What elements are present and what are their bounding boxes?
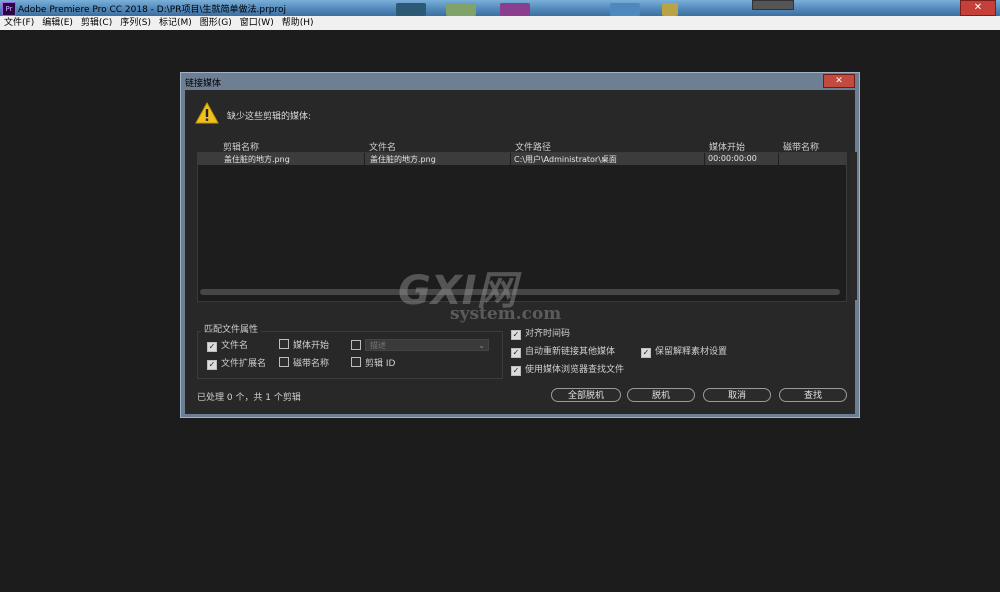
- dialog-close-button[interactable]: ✕: [823, 74, 855, 88]
- column-divider: [704, 153, 705, 165]
- menu-graphics[interactable]: 图形(G): [196, 16, 236, 30]
- checkbox-clip-id[interactable]: 剪辑 ID: [351, 356, 395, 369]
- checkbox-file-extension[interactable]: ✓ 文件扩展名: [207, 356, 266, 370]
- match-properties-label: 匹配文件属性: [201, 322, 262, 335]
- checkbox-checked-icon: ✓: [511, 330, 521, 340]
- column-divider: [510, 153, 511, 165]
- checkbox-label: 媒体开始: [293, 341, 330, 351]
- cell-media-start: 00:00:00:00: [708, 154, 757, 163]
- premiere-app-icon: Pr: [2, 2, 16, 16]
- taskbar-thumb-icon: [610, 3, 640, 16]
- menu-sequence[interactable]: 序列(S): [116, 16, 155, 30]
- checkbox-preserve-interpret[interactable]: ✓ 保留解释素材设置: [641, 344, 727, 358]
- status-text: 已处理 0 个，共 1 个剪辑: [197, 393, 301, 403]
- checkbox-label: 自动重新链接其他媒体: [525, 347, 616, 357]
- checkbox-description[interactable]: [351, 340, 365, 352]
- table-body: 盖住脏的地方.png 盖住脏的地方.png C:\用户\Administrato…: [197, 152, 847, 302]
- menu-marker[interactable]: 标记(M): [155, 16, 196, 30]
- taskbar-thumb-icon: [500, 3, 530, 16]
- dialog-title: 链接媒体: [185, 79, 222, 89]
- missing-media-message: 缺少这些剪辑的媒体:: [227, 112, 312, 122]
- offline-button[interactable]: 脱机: [627, 388, 695, 402]
- background-taskbar-icons: [390, 0, 740, 16]
- checkbox-checked-icon: ✓: [207, 360, 217, 370]
- menu-file[interactable]: 文件(F): [0, 16, 38, 30]
- dialog-body: 缺少这些剪辑的媒体: 剪辑名称 文件名 文件路径 媒体开始 磁带名称 盖住脏的地…: [185, 90, 857, 414]
- checkbox-checked-icon: ✓: [641, 348, 651, 358]
- taskbar-thumb-icon: [396, 3, 426, 16]
- column-divider: [778, 153, 779, 165]
- checkbox-unchecked-icon: [351, 357, 361, 367]
- checkbox-label: 文件扩展名: [221, 359, 267, 369]
- checkbox-label: 剪辑 ID: [365, 359, 396, 369]
- column-divider: [364, 153, 365, 165]
- cell-file-path: C:\用户\Administrator\桌面: [514, 155, 617, 164]
- checkbox-tape-name[interactable]: 磁带名称: [279, 356, 329, 369]
- chevron-down-icon: ⌄: [478, 341, 485, 350]
- window-titlebar: Pr Adobe Premiere Pro CC 2018 - D:\PR项目\…: [0, 0, 1000, 16]
- cancel-button[interactable]: 取消: [703, 388, 771, 402]
- menu-bar: 文件(F) 编辑(E) 剪辑(C) 序列(S) 标记(M) 图形(G) 窗口(W) 帮助(H): [0, 16, 1000, 30]
- checkbox-checked-icon: ✓: [511, 348, 521, 358]
- checkbox-unchecked-icon: [351, 340, 361, 350]
- description-dropdown[interactable]: 描述 ⌄: [365, 339, 489, 351]
- table-row[interactable]: 盖住脏的地方.png 盖住脏的地方.png C:\用户\Administrato…: [198, 153, 846, 165]
- taskbar-thumb-icon: [662, 3, 678, 16]
- checkbox-checked-icon: ✓: [207, 342, 217, 352]
- checkbox-media-start[interactable]: 媒体开始: [279, 338, 329, 351]
- warning-triangle-icon: [195, 102, 219, 124]
- cell-clip-name: 盖住脏的地方.png: [224, 155, 290, 164]
- checkbox-label: 对齐时间码: [525, 329, 571, 339]
- locate-button[interactable]: 查找: [779, 388, 847, 402]
- checkbox-unchecked-icon: [279, 357, 289, 367]
- checkbox-checked-icon: ✓: [511, 366, 521, 376]
- checkbox-relink-others[interactable]: ✓ 自动重新链接其他媒体: [511, 344, 615, 358]
- minimize-preview-box[interactable]: [752, 0, 794, 10]
- checkbox-file-name[interactable]: ✓ 文件名: [207, 338, 248, 352]
- horizontal-scrollbar[interactable]: [200, 289, 840, 295]
- menu-clip[interactable]: 剪辑(C): [77, 16, 116, 30]
- window-close-button[interactable]: ✕: [960, 0, 996, 16]
- menu-window[interactable]: 窗口(W): [236, 16, 278, 30]
- offline-all-button[interactable]: 全部脱机: [551, 388, 621, 402]
- window-title: Adobe Premiere Pro CC 2018 - D:\PR项目\生就简…: [18, 5, 286, 15]
- checkbox-unchecked-icon: [279, 339, 289, 349]
- taskbar-thumb-icon: [446, 3, 476, 16]
- checkbox-label: 使用媒体浏览器查找文件: [525, 365, 625, 375]
- checkbox-label: 保留解释素材设置: [655, 347, 728, 357]
- checkbox-label: 文件名: [221, 341, 249, 351]
- link-media-dialog: 链接媒体 ✕ 缺少这些剪辑的媒体: 剪辑名称 文件名 文件路径 媒体开始 磁带名…: [180, 72, 860, 418]
- checkbox-label: 磁带名称: [293, 359, 330, 369]
- dropdown-value: 描述: [370, 341, 386, 350]
- checkbox-align-timecode[interactable]: ✓ 对齐时间码: [511, 326, 570, 340]
- missing-clips-table: 剪辑名称 文件名 文件路径 媒体开始 磁带名称 盖住脏的地方.png 盖住脏的地…: [197, 140, 857, 308]
- menu-help[interactable]: 帮助(H): [278, 16, 318, 30]
- checkbox-use-media-browser[interactable]: ✓ 使用媒体浏览器查找文件: [511, 362, 624, 376]
- menu-edit[interactable]: 编辑(E): [38, 16, 77, 30]
- vertical-scrollbar[interactable]: [851, 152, 857, 300]
- cell-file-name: 盖住脏的地方.png: [370, 155, 436, 164]
